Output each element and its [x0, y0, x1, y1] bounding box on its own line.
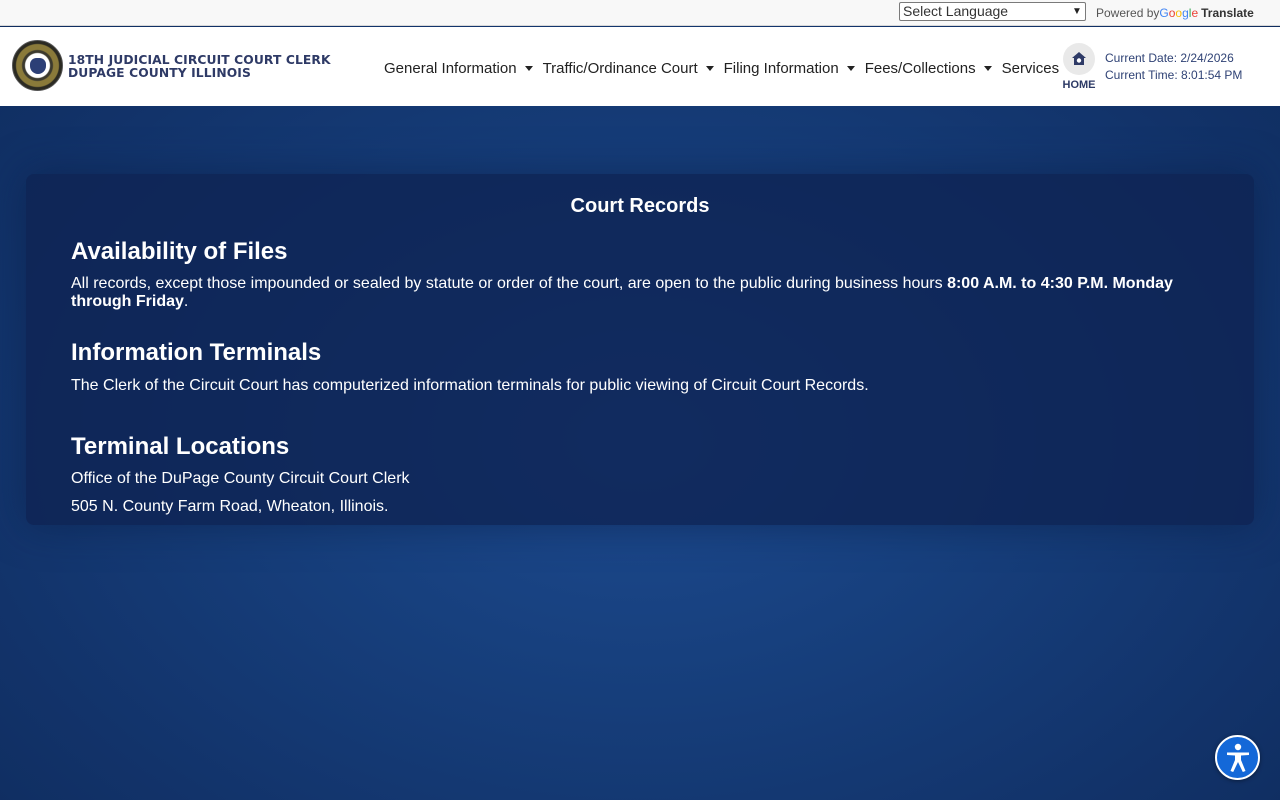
availability-text: All records, except those impounded or s… — [71, 275, 1221, 311]
google-logo-letter: e — [1191, 6, 1199, 20]
home-label: HOME — [1062, 79, 1096, 91]
nav-label: General Information — [384, 59, 517, 77]
nav-label: Filing Information — [723, 59, 839, 77]
language-select-value: Select Language — [903, 3, 1009, 19]
county-seal-logo[interactable] — [12, 40, 63, 91]
nav-traffic-ordinance-court[interactable]: Traffic/Ordinance Court — [543, 58, 714, 78]
terminals-heading: Information Terminals — [71, 339, 322, 366]
availability-body: All records, except those impounded or s… — [71, 275, 948, 292]
google-logo-letter: g — [1182, 6, 1189, 20]
nav-fees-collections[interactable]: Fees/Collections — [865, 58, 992, 78]
google-translate-credit: Powered byGoogle Translate — [1096, 6, 1254, 20]
home-icon — [1063, 43, 1095, 75]
chevron-down-icon: ▼ — [1072, 6, 1082, 17]
eagle-icon — [30, 58, 46, 74]
brand-line-2: DUPAGE COUNTY ILLINOIS — [68, 66, 251, 80]
caret-down-icon — [524, 65, 533, 71]
powered-by-text: Powered by — [1096, 6, 1160, 20]
site-brand[interactable]: 18TH JUDICIAL CIRCUIT COURT CLERK DUPAGE… — [68, 54, 331, 80]
nav-filing-information[interactable]: Filing Information — [724, 58, 855, 78]
home-link[interactable]: HOME — [1061, 43, 1097, 91]
court-records-card: Court Records Availability of Files All … — [26, 174, 1254, 525]
terminals-text: The Clerk of the Circuit Court has compu… — [71, 377, 869, 394]
translate-bar: Select Language ▼ Powered byGoogle Transl… — [0, 0, 1280, 26]
availability-heading: Availability of Files — [71, 238, 288, 265]
current-datetime: Current Date: 2/24/2026 Current Time: 8:… — [1105, 50, 1242, 84]
caret-down-icon — [705, 65, 714, 71]
nav-label: Services — [1001, 59, 1060, 77]
accessibility-icon — [1226, 743, 1249, 772]
main-nav: General Information Traffic/Ordinance Co… — [384, 58, 1085, 78]
current-time: Current Time: 8:01:54 PM — [1105, 68, 1243, 82]
nav-label: Traffic/Ordinance Court — [542, 59, 698, 77]
google-logo-letter: G — [1159, 6, 1169, 20]
caret-down-icon — [983, 65, 992, 71]
location-line-2: 505 N. County Farm Road, Wheaton, Illino… — [71, 498, 389, 515]
language-select[interactable]: Select Language ▼ — [899, 2, 1086, 21]
site-header: 18TH JUDICIAL CIRCUIT COURT CLERK DUPAGE… — [0, 27, 1280, 106]
accessibility-button[interactable] — [1215, 735, 1260, 780]
availability-end: . — [183, 293, 189, 310]
nav-label: Fees/Collections — [864, 59, 976, 77]
page-title: Court Records — [570, 195, 710, 217]
nav-general-information[interactable]: General Information — [384, 58, 533, 78]
current-date: Current Date: 2/24/2026 — [1105, 51, 1234, 65]
translate-link[interactable]: Translate — [1201, 6, 1254, 20]
location-line-1: Office of the DuPage County Circuit Cour… — [71, 470, 410, 487]
locations-heading: Terminal Locations — [71, 433, 290, 460]
caret-down-icon — [846, 65, 855, 71]
